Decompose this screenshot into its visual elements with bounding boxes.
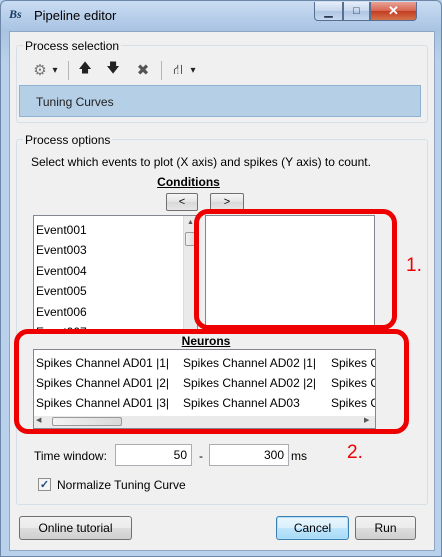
delete-icon[interactable]: ✖ <box>133 61 153 79</box>
list-item[interactable]: Event005 <box>34 281 184 301</box>
move-down-icon[interactable]: 🡇 <box>104 60 122 79</box>
close-icon: ✕ <box>388 3 399 18</box>
move-left-button[interactable]: < <box>166 193 198 211</box>
selected-process-item[interactable]: Tuning Curves <box>19 85 421 117</box>
tree-dropdown-icon[interactable]: ▾ <box>187 61 199 79</box>
normalize-label[interactable]: Normalize Tuning Curve <box>57 478 186 492</box>
toolbar-separator <box>161 61 162 80</box>
annotation-box-2 <box>14 329 409 434</box>
annotation-label-2: 2. <box>347 442 363 463</box>
close-button[interactable]: ✕ <box>370 2 417 21</box>
process-selection-label: Process selection <box>23 39 122 53</box>
online-tutorial-label: Online tutorial <box>38 521 113 535</box>
minimize-icon: ▁ <box>324 5 333 18</box>
time-window-separator: - <box>199 449 203 463</box>
online-tutorial-button[interactable]: Online tutorial <box>19 516 132 540</box>
move-left-label: < <box>178 196 186 208</box>
maximize-icon: □ <box>353 5 360 17</box>
gear-dropdown-icon[interactable]: ▾ <box>49 61 61 79</box>
toolbar-separator <box>68 61 69 80</box>
cancel-button[interactable]: Cancel <box>276 516 349 540</box>
app-icon: Bs <box>9 7 22 21</box>
process-options-label: Process options <box>23 133 113 147</box>
conditions-title: Conditions <box>157 175 220 189</box>
tree-icon[interactable]: ⛙ <box>169 61 187 79</box>
conditions-available-list[interactable]: Event001 Event003 Event004 Event005 Even… <box>33 215 198 330</box>
list-item[interactable]: Event004 <box>34 261 184 281</box>
normalize-checkbox[interactable]: ✓ <box>38 478 51 491</box>
pipeline-editor-window: Bs Pipeline editor ▁ □ ✕ Process selecti… <box>0 0 442 557</box>
time-window-label: Time window: <box>34 449 107 463</box>
process-options-description: Select which events to plot (X axis) and… <box>31 155 371 169</box>
move-right-label: > <box>223 196 231 208</box>
annotation-label-1: 1. <box>406 255 422 276</box>
cancel-label: Cancel <box>293 521 332 535</box>
maximize-button[interactable]: □ <box>343 2 370 21</box>
conditions-available-items: Event001 Event003 Event004 Event005 Even… <box>34 220 184 329</box>
time-window-start-field[interactable]: 50 <box>115 444 192 466</box>
run-button[interactable]: Run <box>355 516 416 540</box>
time-window-end-field[interactable]: 300 <box>209 444 289 466</box>
list-item[interactable]: Event006 <box>34 302 184 322</box>
move-up-icon[interactable]: 🡅 <box>76 60 94 79</box>
check-icon: ✓ <box>39 479 50 491</box>
annotation-box-1 <box>194 209 397 330</box>
time-window-unit: ms <box>291 449 307 463</box>
list-item[interactable]: Event001 <box>34 220 184 240</box>
gear-icon[interactable]: ⚙ <box>31 61 49 79</box>
minimize-button[interactable]: ▁ <box>314 2 343 21</box>
run-label: Run <box>374 521 397 535</box>
window-title: Pipeline editor <box>34 8 117 23</box>
list-item[interactable]: Event003 <box>34 240 184 260</box>
